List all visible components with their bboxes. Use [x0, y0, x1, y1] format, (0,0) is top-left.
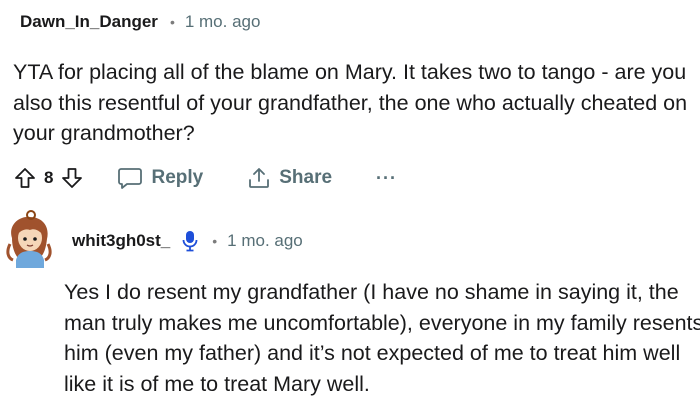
vote-count: 8 — [44, 168, 54, 187]
timestamp[interactable]: 1 mo. ago — [185, 12, 261, 32]
timestamp[interactable]: 1 mo. ago — [227, 231, 303, 251]
meta-separator: • — [212, 233, 218, 249]
meta-separator: • — [169, 14, 175, 30]
more-options-button[interactable]: ··· — [376, 168, 397, 189]
microphone-icon — [182, 230, 198, 252]
comment-meta: whit3gh0st_ • 1 mo. ago — [72, 229, 303, 253]
comment-actions: 8 Reply Share ··· — [14, 160, 397, 196]
cartoon-girl-avatar-icon — [6, 210, 52, 268]
share-upload-icon — [249, 168, 270, 188]
upvote-button[interactable] — [14, 167, 36, 189]
share-button[interactable]: Share — [247, 166, 332, 190]
reply-button[interactable]: Reply — [117, 166, 203, 190]
comment-meta: Dawn_In_Danger • 1 mo. ago — [20, 10, 260, 34]
reply-label: Reply — [151, 167, 204, 188]
arrow-down-outline-icon — [62, 168, 83, 188]
chat-bubble-icon — [118, 168, 143, 189]
avatar[interactable] — [4, 208, 54, 268]
arrow-up-outline-icon — [15, 168, 35, 188]
comment-body: YTA for placing all of the blame on Mary… — [13, 60, 688, 145]
downvote-button[interactable] — [61, 167, 83, 189]
comment-body: Yes I do resent my grandfather (I have n… — [64, 280, 700, 396]
author-name[interactable]: whit3gh0st_ — [72, 231, 170, 251]
author-name[interactable]: Dawn_In_Danger — [20, 12, 158, 32]
share-label: Share — [279, 167, 333, 188]
